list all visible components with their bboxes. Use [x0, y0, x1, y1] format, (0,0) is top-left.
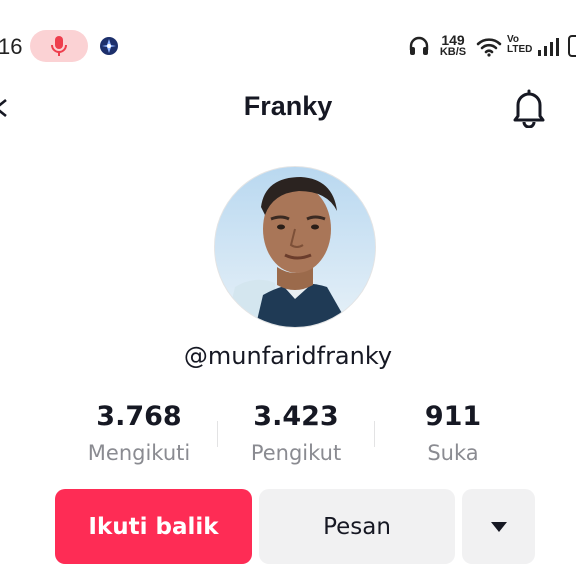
followers-count: 3.423: [253, 401, 339, 432]
app-notification-icon: [100, 37, 118, 55]
follow-back-button[interactable]: Ikuti balik: [55, 489, 252, 564]
likes-count: 911: [424, 401, 482, 432]
bell-icon[interactable]: [510, 88, 548, 128]
page-title: Franky: [243, 91, 333, 121]
followers-label: Pengikut: [250, 441, 342, 465]
status-time: 16: [0, 34, 23, 59]
wifi-icon: [476, 38, 502, 57]
following-count: 3.768: [96, 401, 182, 432]
status-bar: 16 149 KB/S Vo LTED: [0, 0, 576, 92]
volte-bottom: LTED: [507, 44, 533, 55]
mic-in-use-indicator[interactable]: [30, 30, 88, 62]
avatar[interactable]: [214, 166, 376, 328]
more-options-button[interactable]: [462, 489, 535, 564]
likes-label: Suka: [427, 441, 479, 465]
following-stat[interactable]: 3.768 Mengikuti: [59, 400, 219, 467]
microphone-icon: [51, 36, 67, 56]
username: @munfaridfranky: [183, 342, 393, 370]
likes-stat[interactable]: 911 Suka: [373, 400, 533, 467]
message-button[interactable]: Pesan: [259, 489, 455, 564]
headphones-icon: [409, 36, 429, 55]
followers-stat[interactable]: 3.423 Pengikut: [216, 400, 376, 467]
battery-icon: [568, 35, 576, 57]
network-speed: 149 KB/S: [437, 33, 469, 58]
signal-strength-icon: [538, 38, 559, 56]
following-label: Mengikuti: [87, 441, 191, 465]
triangle-down-icon: [490, 521, 507, 532]
network-speed-value: 149: [441, 32, 465, 48]
network-speed-unit: KB/S: [439, 46, 467, 58]
avatar-photo: [215, 167, 375, 327]
volte-indicator: Vo LTED: [507, 35, 532, 55]
